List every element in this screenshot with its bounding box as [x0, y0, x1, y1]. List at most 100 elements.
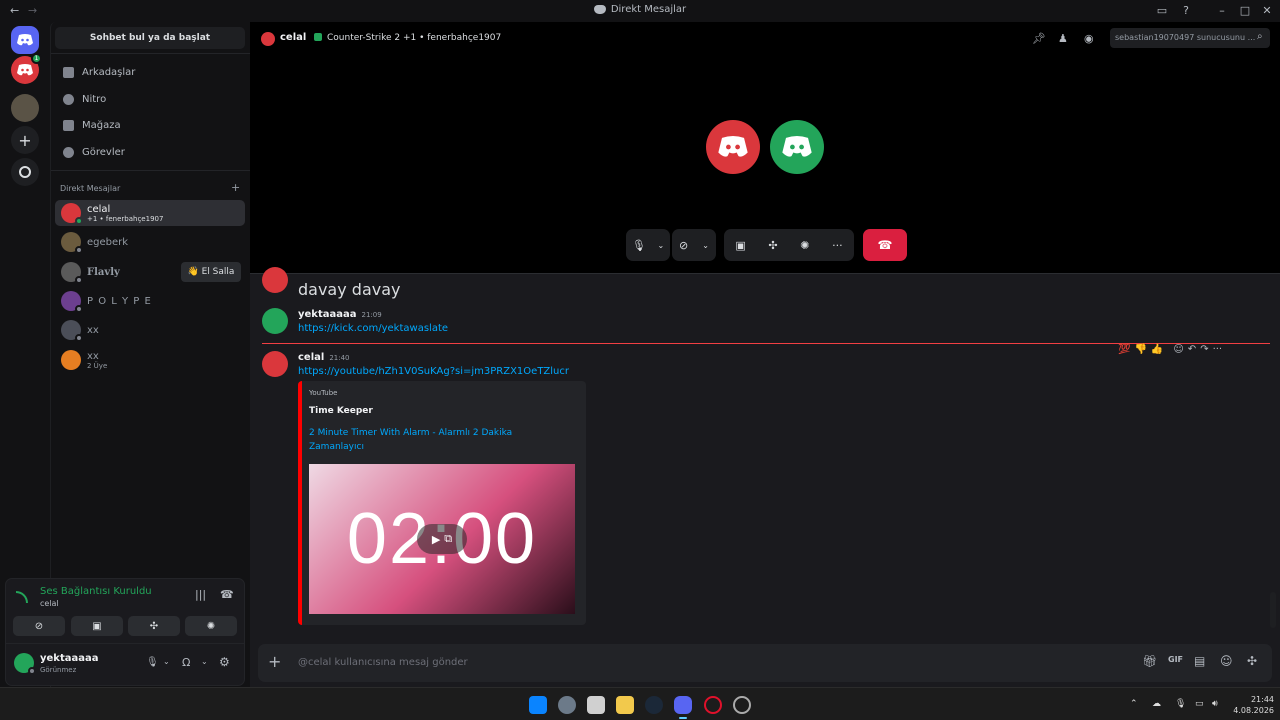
more-options-icon[interactable]: ···	[1213, 344, 1223, 355]
dm-item-egeberk[interactable]: egeberk	[55, 229, 245, 255]
camera-off-button[interactable]: ⊘	[13, 616, 65, 636]
headphones-icon[interactable]: Ω	[182, 656, 190, 669]
server-icon[interactable]	[11, 94, 39, 122]
nav-shop[interactable]: Mağaza	[55, 113, 245, 137]
settings-gear-icon[interactable]: ⚙	[219, 655, 230, 669]
clock[interactable]: 21:44 4.08.2026	[1230, 694, 1274, 716]
dm-celal-guild[interactable]: 1	[11, 53, 42, 84]
message-author[interactable]: yektaaaaa	[298, 309, 356, 320]
app-icon[interactable]	[733, 696, 751, 714]
dm-item-celal[interactable]: celal +1 • fenerbahçe1907	[55, 200, 245, 226]
steam-icon[interactable]	[645, 696, 663, 714]
attach-plus-icon[interactable]: +	[268, 652, 281, 671]
hang-up-button[interactable]: ☎	[863, 229, 907, 261]
settings-app-icon[interactable]	[558, 696, 576, 714]
embed-author[interactable]: Time Keeper	[309, 406, 373, 416]
discord-taskbar-icon[interactable]	[674, 696, 692, 714]
forward-icon[interactable]: ↷	[1200, 344, 1208, 355]
maximize-icon[interactable]: □	[1237, 3, 1253, 19]
emoji-icon[interactable]: ☺	[1220, 654, 1233, 668]
camera-control[interactable]: ⊘ ⌄	[672, 229, 716, 261]
microphone-icon[interactable]: 🎙︎	[632, 239, 646, 252]
message-avatar[interactable]	[262, 351, 288, 377]
message-author[interactable]: celal	[298, 352, 324, 363]
opera-gx-icon[interactable]	[704, 696, 722, 714]
header-name[interactable]: celal	[280, 32, 306, 43]
voice-channel[interactable]: celal	[40, 599, 59, 608]
activities-icon[interactable]: ✣	[768, 239, 777, 252]
screen-share-icon[interactable]: ▣	[735, 239, 745, 252]
add-server-button[interactable]: +	[11, 126, 39, 154]
user-avatar[interactable]	[14, 653, 36, 675]
activities-button[interactable]: ✣	[128, 616, 180, 636]
wave-button[interactable]: 👋 El Salla	[181, 262, 241, 282]
monitor-icon[interactable]: ▭	[1195, 699, 1204, 709]
microphone-icon[interactable]: 🎙︎	[1175, 699, 1186, 709]
search-input[interactable]: sebastian19070497 sunucusunu ... ⌕	[1110, 28, 1270, 48]
game-controller-icon	[314, 33, 322, 41]
pin-icon[interactable]: 📌︎	[1032, 32, 1046, 45]
add-reaction-icon[interactable]: ☺	[1173, 344, 1183, 355]
noise-suppression-icon[interactable]: |||	[195, 588, 206, 601]
dm-item-xx[interactable]: xx	[55, 317, 245, 343]
explore-button[interactable]	[11, 158, 39, 186]
file-explorer-icon[interactable]	[616, 696, 634, 714]
help-icon[interactable]: ?	[1178, 3, 1194, 19]
soundboard-icon: ✺	[206, 620, 216, 632]
add-friends-icon[interactable]: ♟	[1058, 32, 1068, 45]
message-link[interactable]: https://kick.com/yektawaslate	[298, 323, 448, 334]
apps-icon[interactable]: ✣	[1247, 654, 1257, 668]
home-button[interactable]	[11, 26, 39, 54]
chevron-down-icon[interactable]: ⌄	[201, 657, 208, 666]
nav-nitro[interactable]: Nitro	[55, 87, 245, 111]
find-conversation-button[interactable]: Sohbet bul ya da başlat	[55, 27, 245, 49]
nav-quests[interactable]: Görevler	[55, 140, 245, 164]
inbox-icon[interactable]: ▭	[1154, 3, 1170, 19]
nav-friends[interactable]: Arkadaşlar	[55, 60, 245, 84]
user-name[interactable]: yektaaaaa	[40, 653, 98, 664]
dm-item-flavly[interactable]: Flavly 👋 El Salla	[55, 259, 245, 285]
more-options-icon[interactable]: ···	[832, 239, 843, 252]
message-header: yektaaaaa 21:09	[298, 309, 382, 320]
message-avatar[interactable]	[262, 267, 288, 293]
network-icon[interactable]: ☁	[1152, 699, 1161, 709]
chevron-down-icon[interactable]: ⌄	[163, 657, 170, 666]
gif-icon[interactable]: GIF	[1168, 655, 1183, 664]
user-profile-icon[interactable]: ◉	[1084, 32, 1094, 45]
reply-icon[interactable]: ↶	[1188, 344, 1196, 355]
soundboard-button[interactable]: ✺	[185, 616, 237, 636]
reaction-100-icon[interactable]: 💯	[1118, 344, 1130, 355]
message-link[interactable]: https://youtube/hZh1V0SuKAg?si=jm3PRZX1O…	[298, 366, 569, 377]
chevron-down-icon[interactable]: ⌄	[657, 241, 664, 250]
chevron-down-icon[interactable]: ⌄	[702, 241, 709, 250]
participant-celal-avatar[interactable]	[706, 120, 760, 174]
mic-control[interactable]: 🎙︎ ⌄	[626, 229, 670, 261]
dm-item-group-xx[interactable]: xx 2 Üye	[55, 347, 245, 373]
minimize-icon[interactable]: –	[1214, 3, 1230, 19]
scrollbar-thumb[interactable]	[1270, 592, 1276, 628]
thumbs-down-icon[interactable]: 👎	[1134, 344, 1146, 355]
soundboard-icon[interactable]: ✺	[800, 239, 809, 252]
volume-icon[interactable]: 🔊︎	[1212, 699, 1218, 709]
thumbs-up-icon[interactable]: 👍	[1151, 344, 1163, 355]
message-avatar[interactable]	[262, 308, 288, 334]
close-icon[interactable]: ✕	[1259, 3, 1275, 19]
disconnect-icon[interactable]: ☎	[220, 588, 234, 601]
message-composer: + @celal kullanıcısına mesaj gönder 🎁︎ G…	[258, 644, 1272, 682]
message-input[interactable]: @celal kullanıcısına mesaj gönder	[298, 657, 468, 668]
video-thumbnail[interactable]: 02:00 ▶⧉	[309, 464, 575, 614]
embed-provider[interactable]: YouTube	[309, 389, 337, 397]
store-app-icon[interactable]	[587, 696, 605, 714]
participant-yektaaaaa-avatar[interactable]	[770, 120, 824, 174]
camera-off-icon[interactable]: ⊘	[679, 239, 688, 252]
gift-icon[interactable]: 🎁︎	[1142, 654, 1157, 668]
start-windows-icon[interactable]	[529, 696, 547, 714]
embed-title[interactable]: 2 Minute Timer With Alarm - Alarmlı 2 Da…	[309, 426, 549, 454]
create-dm-button[interactable]: +	[231, 181, 240, 194]
dm-item-polype[interactable]: P O L Y P E	[55, 288, 245, 314]
chevron-up-icon[interactable]: ⌃	[1130, 699, 1138, 709]
screen-share-button[interactable]: ▣	[71, 616, 123, 636]
sticker-icon[interactable]: ▤	[1194, 654, 1205, 668]
microphone-icon[interactable]: 🎙︎	[146, 657, 159, 668]
play-button[interactable]: ▶ ⧉	[417, 524, 467, 554]
